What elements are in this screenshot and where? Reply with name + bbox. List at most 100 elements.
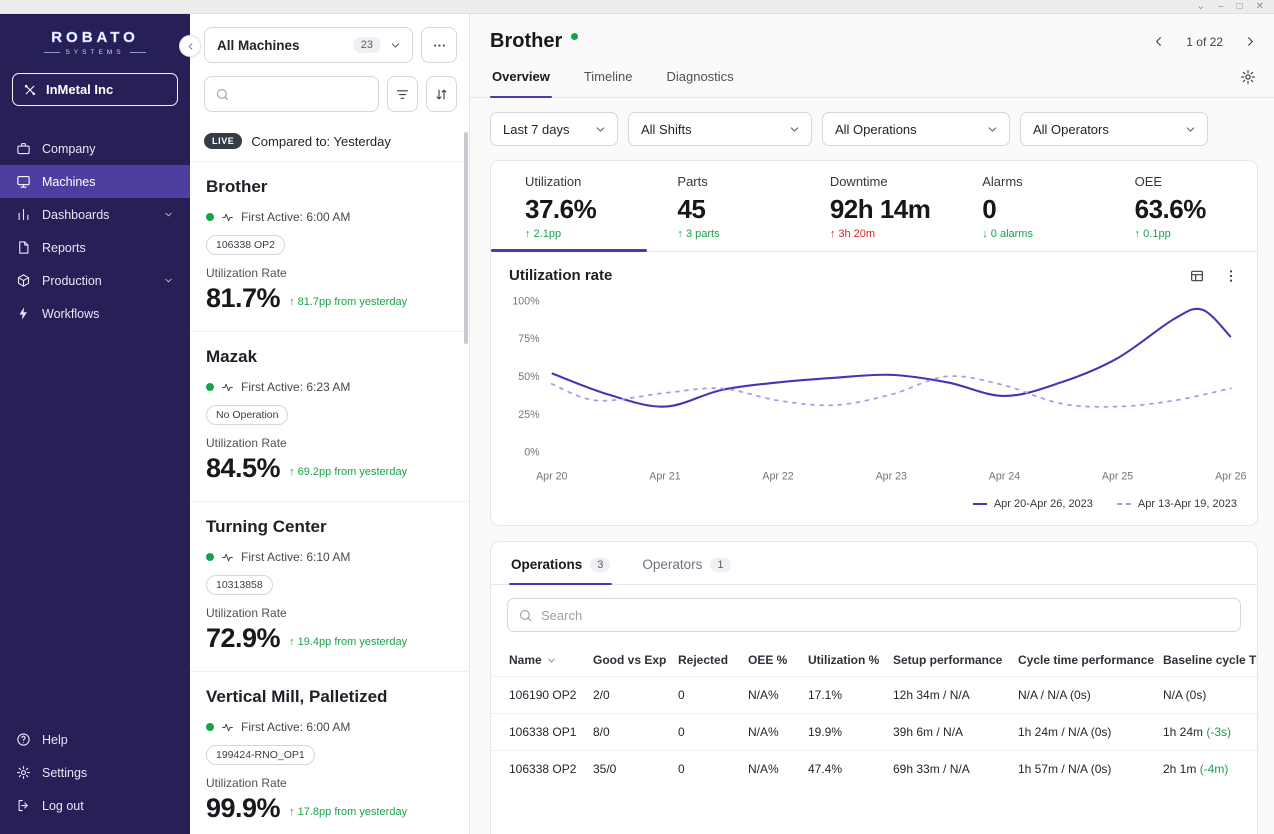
cell: 2/0	[593, 676, 678, 714]
metric-label: Utilization Rate	[206, 606, 287, 620]
sidebar-item-production[interactable]: Production	[0, 264, 190, 297]
machine-status: First Active: 6:23 AM	[206, 380, 453, 394]
filter-last-7-days[interactable]: Last 7 days	[490, 112, 618, 146]
stat-tab-downtime[interactable]: Downtime 92h 14m ↑ 3h 20m	[800, 161, 952, 251]
machine-card-brother[interactable]: Brother First Active: 6:00 AM 106338 OP2…	[190, 162, 469, 332]
next-machine-button[interactable]	[1243, 34, 1258, 49]
column-header-rejected[interactable]: Rejected	[678, 644, 748, 677]
stat-value: 63.6%	[1134, 194, 1207, 224]
column-header-utilization[interactable]: Utilization %	[808, 644, 893, 677]
sidebar-item-reports[interactable]: Reports	[0, 231, 190, 264]
cell: 35/0	[593, 750, 678, 787]
sidebar-item-dashboards[interactable]: Dashboards	[0, 198, 190, 231]
operation-tag: 199424-RNO_OP1	[206, 745, 315, 765]
stat-tab-parts[interactable]: Parts 45 ↑ 3 parts	[647, 161, 799, 251]
table-row[interactable]: 106338 OP2 35/0 0 N/A% 47.4% 69h 33m / N/A 1h …	[491, 750, 1257, 787]
machine-search-input[interactable]	[237, 86, 368, 102]
chevron-down-icon	[596, 126, 605, 132]
tab-timeline[interactable]: Timeline	[582, 57, 635, 97]
window-collapse-icon[interactable]: ⌄	[1197, 1, 1205, 12]
logo-subtext: SYSTEMS	[14, 49, 176, 56]
svg-text:100%: 100%	[512, 295, 540, 307]
company-switcher-button[interactable]: InMetal Inc	[12, 73, 178, 106]
column-header-oee[interactable]: OEE %	[748, 644, 808, 677]
sidebar-item-settings[interactable]: Settings	[0, 756, 190, 789]
settings-gear-button[interactable]	[1240, 69, 1256, 85]
column-header-name[interactable]: Name	[491, 644, 593, 677]
machine-card-vertical-mill-palletized[interactable]: Vertical Mill, Palletized First Active: …	[190, 672, 469, 834]
machine-card-mazak[interactable]: Mazak First Active: 6:23 AM No Operation…	[190, 332, 469, 502]
svg-text:75%: 75%	[518, 333, 540, 345]
window-close-icon[interactable]: ✕	[1256, 1, 1264, 12]
svg-text:Apr 21: Apr 21	[649, 470, 680, 482]
window-maximize-icon[interactable]: □	[1237, 1, 1243, 12]
cell-baseline: 1h 24m (-3s)	[1163, 713, 1257, 751]
pagination-label: 1 of 22	[1186, 34, 1223, 49]
more-options-button[interactable]	[421, 27, 457, 63]
collapse-sidebar-button[interactable]	[179, 35, 201, 57]
next-machine-button	[1248, 37, 1253, 46]
machine-list-panel: All Machines 23 LIVE Compared to: Yester…	[190, 14, 470, 834]
logo: ROBATO SYSTEMS	[0, 14, 190, 60]
machine-search[interactable]	[204, 76, 379, 112]
sort-button[interactable]	[426, 76, 457, 112]
count-badge: 3	[590, 557, 611, 572]
filter-all-shifts[interactable]: All Shifts	[628, 112, 812, 146]
page-title: Brother	[490, 30, 563, 52]
machine-name: Brother	[206, 177, 268, 196]
utilization-chart: 0% 25% 50% 75% 100% Apr 20 Apr 21 Apr 22 Apr 23 A…	[491, 284, 1257, 494]
filter-all-operators[interactable]: All Operators	[1020, 112, 1208, 146]
ops-tab-operators[interactable]: Operators 1	[640, 542, 732, 584]
filter-label: Last 7 days	[503, 121, 570, 137]
filter-all-operations[interactable]: All Operations	[822, 112, 1010, 146]
svg-text:50%: 50%	[518, 371, 540, 383]
column-header-cycle-time-performance[interactable]: Cycle time performance	[1018, 644, 1163, 677]
column-label: OEE %	[748, 653, 788, 667]
app: ROBATO SYSTEMS InMetal Inc Company Machi…	[0, 14, 1274, 834]
operations-search[interactable]	[507, 598, 1241, 632]
table-row[interactable]: 106190 OP2 2/0 0 N/A% 17.1% 12h 34m / N/A N/A …	[491, 676, 1257, 714]
column-label: Good vs Exp	[593, 653, 667, 667]
window-minimize-icon[interactable]: –	[1218, 1, 1224, 12]
dashed-line-swatch	[1116, 503, 1131, 505]
stat-tab-oee[interactable]: OEE 63.6% ↑ 0.1pp	[1105, 161, 1257, 251]
sidebar-item-help[interactable]: Help	[0, 723, 190, 756]
sidebar-item-label: Settings	[42, 765, 88, 780]
overview-card: Utilization 37.6% ↑ 2.1pp Parts 45 ↑ 3 p…	[490, 160, 1258, 526]
tab-overview[interactable]: Overview	[490, 57, 552, 98]
machine-card-turning-center[interactable]: Turning Center First Active: 6:10 AM 103…	[190, 502, 469, 672]
sidebar-item-machines[interactable]: Machines	[0, 165, 190, 198]
stat-tab-alarms[interactable]: Alarms 0 ↓ 0 alarms	[952, 161, 1104, 251]
prev-machine-button[interactable]	[1151, 34, 1166, 49]
sidebar-item-workflows[interactable]: Workflows	[0, 297, 190, 330]
machine-status-dot	[571, 33, 579, 40]
machine-name: Vertical Mill, Palletized	[206, 687, 388, 706]
stat-label: Utilization	[525, 174, 582, 189]
table-view-button[interactable]	[1189, 268, 1205, 284]
filter-button[interactable]	[387, 76, 418, 112]
sidebar-item-log-out[interactable]: Log out	[0, 789, 190, 822]
stat-value: 45	[677, 194, 706, 224]
column-header-setup-performance[interactable]: Setup performance	[893, 644, 1018, 677]
stat-tab-utilization[interactable]: Utilization 37.6% ↑ 2.1pp	[491, 161, 648, 252]
machines-filter-dropdown[interactable]: All Machines 23	[204, 27, 413, 63]
chart-menu-button[interactable]	[1223, 268, 1239, 284]
ellipsis-icon	[433, 43, 445, 47]
sidebar-item-company[interactable]: Company	[0, 132, 190, 165]
stat-delta: ↓ 0 alarms	[982, 228, 1033, 240]
operations-search-input[interactable]	[541, 607, 1230, 623]
tab-diagnostics[interactable]: Diagnostics	[664, 57, 735, 97]
cell-baseline: N/A (0s)	[1163, 676, 1257, 714]
reports-icon	[19, 241, 29, 254]
column-header-baseline-cycle-time[interactable]: Baseline cycle Time	[1163, 644, 1257, 677]
sidebar-item-label: Log out	[42, 798, 84, 813]
table-header-row: Name Good vs Exp Rejected OEE % Utilizat…	[491, 644, 1257, 677]
column-header-good-vs-exp[interactable]: Good vs Exp	[593, 644, 678, 677]
ops-tab-operations[interactable]: Operations 3	[509, 542, 613, 585]
scrollbar[interactable]	[464, 132, 468, 344]
machine-search-row	[190, 67, 469, 122]
metric-label: Utilization Rate	[206, 776, 287, 790]
table-row[interactable]: 106338 OP1 8/0 0 N/A% 19.9% 39h 6m / N/A 1h 24…	[491, 713, 1257, 751]
column-label: Name	[509, 653, 542, 667]
cell: 0	[678, 750, 748, 787]
